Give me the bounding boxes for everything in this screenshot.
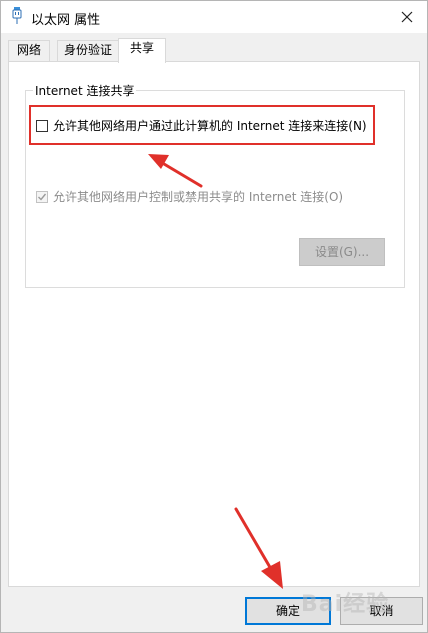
- watermark: Bai经验: [301, 592, 390, 617]
- settings-button: 设置(G)...: [299, 238, 385, 266]
- allow-share-label: 允许其他网络用户通过此计算机的 Internet 连接来连接(N): [53, 119, 367, 133]
- tab-authentication[interactable]: 身份验证: [57, 40, 119, 61]
- checkmark-icon: [38, 193, 47, 201]
- allow-control-row: 允许其他网络用户控制或禁用共享的 Internet 连接(O): [36, 188, 343, 205]
- title-bar[interactable]: 以太网 属性: [1, 1, 427, 33]
- allow-control-checkbox: [36, 190, 48, 203]
- tab-network[interactable]: 网络: [8, 40, 50, 61]
- close-icon: [401, 11, 413, 23]
- tab-sharing[interactable]: 共享: [118, 38, 166, 63]
- allow-share-row[interactable]: 允许其他网络用户通过此计算机的 Internet 连接来连接(N): [36, 117, 367, 134]
- group-legend: Internet 连接共享: [33, 82, 137, 99]
- close-button[interactable]: [387, 1, 427, 33]
- allow-control-label: 允许其他网络用户控制或禁用共享的 Internet 连接(O): [53, 190, 344, 204]
- properties-dialog: 以太网 属性 网络 身份验证 共享 Internet 连接共享 允许其他网络用户…: [0, 0, 428, 633]
- window-title: 以太网 属性: [31, 13, 101, 28]
- network-adapter-icon: [10, 7, 24, 25]
- allow-share-checkbox[interactable]: [36, 119, 48, 132]
